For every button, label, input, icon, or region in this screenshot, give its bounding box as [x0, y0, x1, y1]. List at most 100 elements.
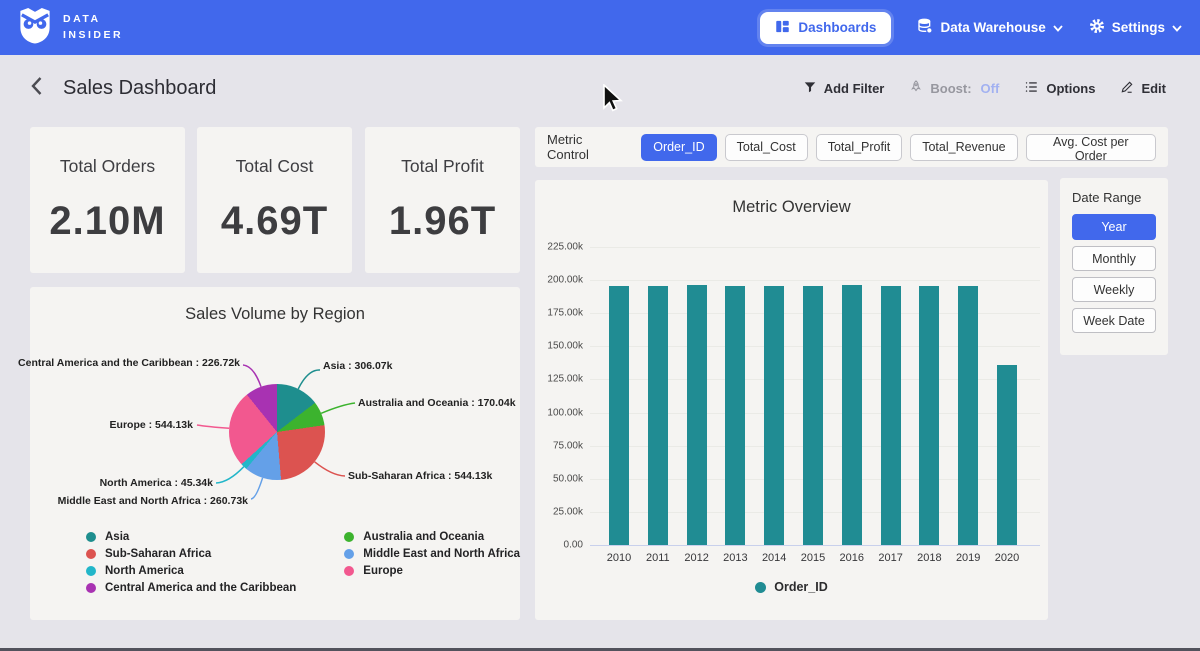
bar-2010[interactable]: [609, 286, 629, 545]
metric-option-avg-cost-per-order[interactable]: Avg. Cost per Order: [1026, 134, 1156, 161]
legend-item-asia[interactable]: Asia: [86, 531, 296, 543]
bar-2017[interactable]: [881, 286, 901, 545]
top-nav: DATA INSIDER Dashboards: [0, 0, 1200, 55]
sales-volume-chart: Sales Volume by Region Asia : 306.07kAus…: [30, 287, 520, 620]
metric-option-order-id[interactable]: Order_ID: [641, 134, 716, 161]
pie-label-europe: Europe : 544.13k: [110, 419, 193, 431]
options-button[interactable]: Options: [1024, 80, 1095, 97]
add-filter-button[interactable]: Add Filter: [803, 80, 885, 97]
data-warehouse-menu[interactable]: Data Warehouse: [917, 18, 1062, 37]
x-tick-2015: 2015: [793, 552, 833, 564]
legend-item-europe[interactable]: Europe: [344, 565, 520, 577]
edit-button[interactable]: Edit: [1120, 80, 1166, 97]
nav-actions: Dashboards Data Warehouse: [760, 12, 1182, 44]
kpi-value: 1.96T: [389, 199, 496, 244]
legend-item-australia-and-oceania[interactable]: Australia and Oceania: [344, 531, 520, 543]
leader-line-middle-east-and-north-africa: [251, 478, 263, 499]
pie-label-asia: Asia : 306.07k: [323, 360, 392, 372]
legend-label: Order_ID: [774, 580, 828, 594]
date-option-monthly[interactable]: Monthly: [1072, 246, 1156, 271]
y-tick-label: 225.00k: [535, 242, 583, 253]
bar-2019[interactable]: [958, 286, 978, 545]
legend-item-middle-east-and-north-africa[interactable]: Middle East and North Africa: [344, 548, 520, 560]
y-tick-label: 50.00k: [535, 473, 583, 484]
dashboard-grid-icon: [775, 19, 790, 37]
metric-option-total-cost[interactable]: Total_Cost: [725, 134, 808, 161]
y-tick-label: 0.00: [535, 540, 583, 551]
y-tick-label: 125.00k: [535, 374, 583, 385]
bar-2011[interactable]: [648, 286, 668, 545]
bar-2013[interactable]: [725, 286, 745, 545]
date-range-options: Year Monthly Weekly Week Date: [1072, 214, 1156, 333]
date-option-week-date[interactable]: Week Date: [1072, 308, 1156, 333]
x-tick-2019: 2019: [948, 552, 988, 564]
bar-2012[interactable]: [687, 285, 707, 545]
leader-line-australia-and-oceania: [321, 403, 355, 413]
legend-item-sub-saharan-africa[interactable]: Sub-Saharan Africa: [86, 548, 296, 560]
chevron-down-icon: [1053, 20, 1063, 35]
bar-2014[interactable]: [764, 286, 784, 545]
bar-2018[interactable]: [919, 286, 939, 545]
pie-chart[interactable]: [229, 384, 325, 480]
date-range-label: Date Range: [1072, 190, 1156, 205]
date-option-year[interactable]: Year: [1072, 214, 1156, 240]
dashboards-button[interactable]: Dashboards: [760, 12, 891, 44]
date-range-panel: Date Range Year Monthly Weekly Week Date: [1060, 178, 1168, 355]
pie-legend-column: Asia Sub-Saharan Africa North America Centr…: [86, 531, 296, 594]
pencil-icon: [1120, 80, 1134, 97]
settings-menu[interactable]: Settings: [1089, 18, 1182, 37]
kpi-card-total-cost: Total Cost4.69T: [197, 127, 352, 273]
chevron-down-icon: [1172, 20, 1182, 35]
legend-text: Sub-Saharan Africa: [105, 548, 211, 560]
x-tick-2012: 2012: [677, 552, 717, 564]
legend-text: North America: [105, 565, 184, 577]
page-title: Sales Dashboard: [63, 77, 216, 100]
x-tick-2017: 2017: [871, 552, 911, 564]
dashboard-toolbar: Sales Dashboard Add Filter Boost:Off: [0, 55, 1200, 121]
metric-option-total-profit[interactable]: Total_Profit: [816, 134, 903, 161]
x-tick-2013: 2013: [715, 552, 755, 564]
pie-label-north-america: North America : 45.34k: [100, 477, 213, 489]
database-icon: [917, 18, 933, 37]
legend-dot: [755, 582, 766, 593]
metric-options: Order_ID Total_Cost Total_Profit Total_Reve…: [641, 134, 1156, 161]
legend-dot: [86, 549, 96, 559]
back-button[interactable]: [30, 76, 43, 101]
filter-funnel-icon: [803, 80, 817, 97]
boost-toggle[interactable]: Boost:Off: [909, 79, 999, 97]
kpi-card-total-orders: Total Orders2.10M: [30, 127, 185, 273]
toolbar-actions: Add Filter Boost:Off: [803, 79, 1166, 97]
bar-2016[interactable]: [842, 285, 862, 545]
date-option-weekly[interactable]: Weekly: [1072, 277, 1156, 302]
y-tick-label: 150.00k: [535, 341, 583, 352]
legend-item-north-america[interactable]: North America: [86, 565, 296, 577]
x-tick-2014: 2014: [754, 552, 794, 564]
leader-line-central-america-and-the-caribbean: [243, 365, 261, 387]
kpi-label: Total Orders: [60, 156, 155, 177]
brand-logo[interactable]: DATA INSIDER: [18, 7, 123, 49]
legend-dot: [86, 583, 96, 593]
metric-overview-chart: Metric Overview 225.00k200.00k175.00k150…: [535, 180, 1048, 620]
legend-item-central-america-and-the-caribbean[interactable]: Central America and the Caribbean: [86, 582, 296, 594]
pie-label-sub-saharan-africa: Sub-Saharan Africa : 544.13k: [348, 470, 492, 482]
metric-option-total-revenue[interactable]: Total_Revenue: [910, 134, 1017, 161]
mouse-cursor: [602, 84, 624, 119]
legend-text: Central America and the Caribbean: [105, 582, 296, 594]
legend-text: Europe: [363, 565, 403, 577]
pie-legend-column: Australia and Oceania Middle East and Nor…: [344, 531, 520, 594]
pie-label-central-america-and-the-caribbean: Central America and the Caribbean : 226.…: [18, 357, 240, 369]
x-tick-2016: 2016: [832, 552, 872, 564]
options-list-icon: [1024, 80, 1039, 97]
legend-text: Australia and Oceania: [363, 531, 484, 543]
brand-name: DATA INSIDER: [63, 12, 123, 44]
x-tick-2010: 2010: [599, 552, 639, 564]
kpi-label: Total Cost: [236, 156, 314, 177]
owl-logo-icon: [18, 7, 52, 49]
bar-2015[interactable]: [803, 286, 823, 545]
metric-control-label: Metric Control: [547, 132, 627, 162]
bar-chart-legend[interactable]: Order_ID: [535, 580, 1048, 594]
legend-dot: [86, 566, 96, 576]
y-tick-label: 75.00k: [535, 440, 583, 451]
bar-2020[interactable]: [997, 365, 1017, 545]
gridline-0: [590, 545, 1040, 546]
